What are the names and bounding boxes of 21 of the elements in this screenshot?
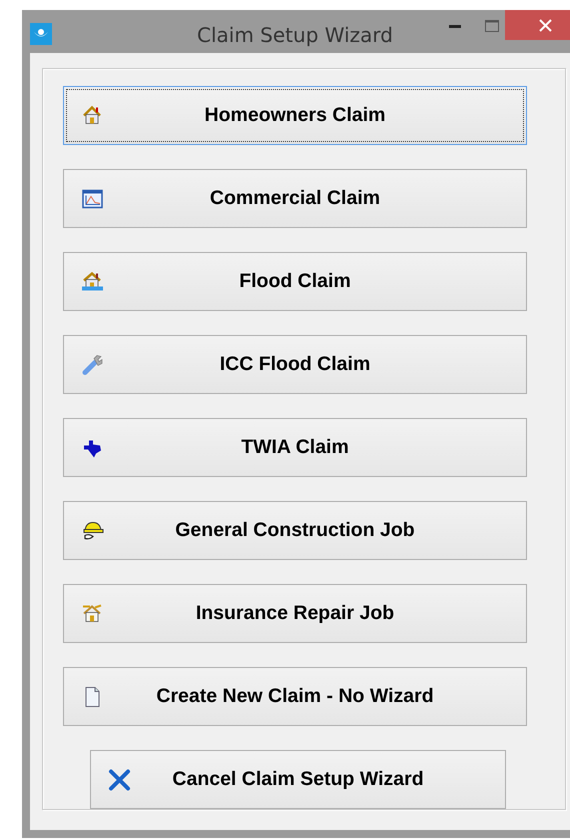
chart-window-icon [81,187,104,210]
option-button[interactable]: Insurance Repair Job [63,584,527,643]
option-button[interactable]: TWIA Claim [63,418,527,477]
cancel-icon [108,768,131,791]
close-icon [538,18,552,32]
option-button[interactable]: Create New Claim - No Wizard [63,667,527,726]
house-tools-icon [81,602,104,625]
app-icon [30,22,52,44]
hard-hat-icon [81,519,104,542]
wrench-icon [81,353,104,376]
close-button[interactable] [505,10,570,40]
option-button[interactable]: Flood Claim [63,252,527,311]
minimize-icon [449,24,461,28]
option-button[interactable]: ICC Flood Claim [63,335,527,394]
window-title: Claim Setup Wizard [197,22,393,49]
option-button[interactable]: Homeowners Claim [63,86,527,145]
option-button[interactable]: General Construction Job [63,501,527,560]
cancel-button[interactable]: Cancel Claim Setup Wizard [90,750,506,809]
flood-house-icon [81,270,104,293]
maximize-icon [485,20,499,32]
option-button[interactable]: Commercial Claim [63,169,527,228]
